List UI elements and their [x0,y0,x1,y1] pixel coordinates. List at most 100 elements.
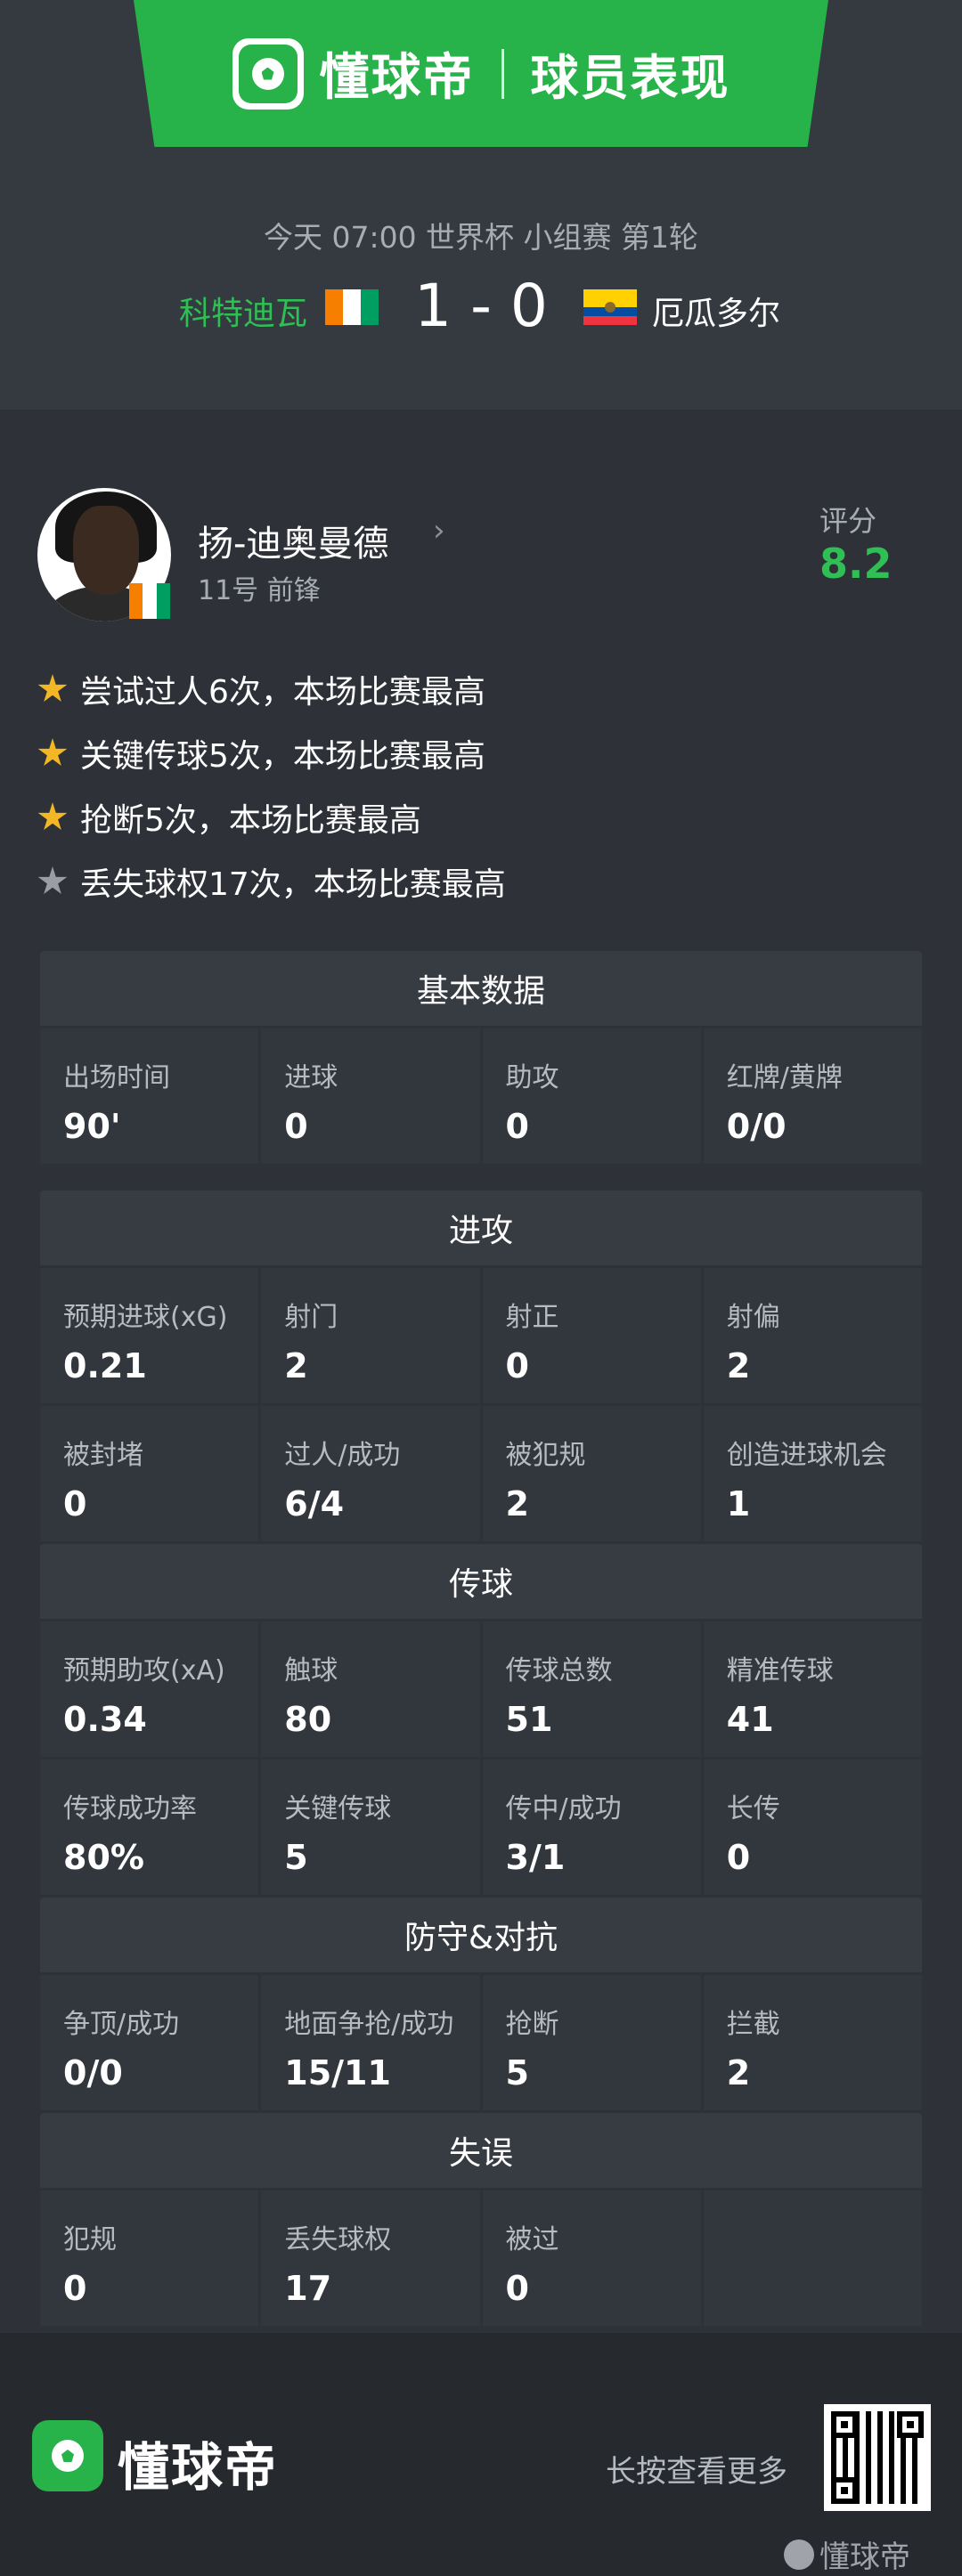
stat-cell: 丢失球权 17 [261,2190,480,2326]
stat-label: 预期助攻(xA) [63,1655,225,1686]
stat-label: 创造进球机会 [726,1440,887,1471]
stat-label: 射门 [284,1302,338,1333]
footer-logo-icon [32,2420,103,2491]
chevron-right-icon[interactable]: › [433,513,445,549]
stat-label: 传球成功率 [63,1793,197,1824]
brand-banner: 懂球帝 球员表现 [134,0,828,147]
player-number-position: 11号 前锋 [198,575,321,606]
ecuador-flag-icon [583,289,637,325]
stat-value: 2 [726,2053,751,2092]
stat-cell: 预期助攻(xA) 0.34 [40,1621,259,1757]
footer-brand: 懂球帝 [118,2437,279,2498]
stat-cell: 出场时间 90' [40,1028,259,1164]
stat-row: 犯规 0 丢失球权 17 被过 0 [40,2190,922,2326]
stat-value: 0 [726,1838,751,1877]
section-header-passing: 传球 [40,1544,922,1619]
stat-label: 射正 [505,1302,559,1333]
stat-value: 0 [505,1107,529,1146]
stat-value: 0 [505,1346,529,1386]
match-score: 1 - 0 [414,272,548,340]
stat-label: 预期进球(xG) [63,1302,228,1333]
stat-value: 0.21 [63,1346,147,1386]
stat-row: 争顶/成功 0/0 地面争抢/成功 15/11 抢断 5 拦截 2 [40,1975,922,2110]
stat-row: 传球成功率 80% 关键传球 5 传中/成功 3/1 长传 0 [40,1759,922,1895]
stat-value: 51 [505,1700,553,1739]
stat-value: 2 [726,1346,751,1386]
stat-value: 1 [726,1484,751,1524]
stat-label: 进球 [284,1062,338,1093]
gold-star-icon [37,738,68,766]
football-icon [251,57,284,90]
stat-cell: 红牌/黄牌 0/0 [703,1028,922,1164]
stat-label: 长传 [726,1793,780,1824]
stat-cell: 传球成功率 80% [40,1759,259,1895]
highlight-text: 抢断5次，本场比赛最高 [80,802,421,839]
stat-cell: 抢断 5 [482,1975,701,2110]
stat-cell: 长传 0 [703,1759,922,1895]
stat-label: 射偏 [726,1302,780,1333]
brand-name: 懂球帝 [319,49,475,107]
stat-value: 6/4 [284,1484,345,1524]
stat-cell: 关键传球 5 [261,1759,480,1895]
stat-value: 2 [505,1484,529,1524]
stat-value: 5 [284,1838,308,1877]
stat-cell: 过人/成功 6/4 [261,1406,480,1541]
section-header-basic: 基本数据 [40,951,922,1026]
football-icon [52,2440,84,2472]
stat-value: 0/0 [63,2053,123,2092]
highlight-text: 尝试过人6次，本场比赛最高 [80,674,485,711]
stat-label: 触球 [284,1655,338,1686]
stat-label: 被封堵 [63,1440,143,1471]
stat-label: 红牌/黄牌 [726,1062,843,1093]
away-team-name[interactable]: 厄瓜多尔 [652,288,780,334]
section-header-attack: 进攻 [40,1190,922,1265]
stat-cell: 助攻 0 [482,1028,701,1164]
stat-cell: 创造进球机会 1 [703,1406,922,1541]
stat-label: 丢失球权 [284,2224,392,2255]
long-press-hint: 长按查看更多 [606,2454,787,2490]
stat-value: 0 [63,2269,87,2308]
gold-star-icon [37,674,68,702]
stat-cell: 传球总数 51 [482,1621,701,1757]
stat-cell: 精准传球 41 [703,1621,922,1757]
stat-value: 3/1 [505,1838,566,1877]
stat-cell: 射偏 2 [703,1268,922,1403]
match-meta: 今天 07:00 世界杯 小组赛 第1轮 [263,220,699,255]
stat-label: 传中/成功 [505,1793,622,1824]
page-title: 球员表现 [530,50,730,106]
stat-label: 争顶/成功 [63,2009,180,2040]
stat-cell: 触球 80 [261,1621,480,1757]
highlight-text: 丢失球权17次，本场比赛最高 [80,866,506,903]
stat-row: 预期助攻(xA) 0.34 触球 80 传球总数 51 精准传球 41 [40,1621,922,1757]
highlight-item: 抢断5次，本场比赛最高 [37,785,506,849]
stat-value: 80 [284,1700,332,1739]
stat-label: 过人/成功 [284,1440,401,1471]
stat-value: 0 [505,2269,529,2308]
stat-label: 被过 [505,2224,559,2255]
highlight-item: 丢失球权17次，本场比赛最高 [37,849,506,914]
stat-row: 被封堵 0 过人/成功 6/4 被犯规 2 创造进球机会 1 [40,1406,922,1541]
stat-label: 被犯规 [505,1440,586,1471]
rating-label: 评分 [819,504,877,538]
stat-row: 出场时间 90' 进球 0 助攻 0 红牌/黄牌 0/0 [40,1028,922,1164]
home-team-name[interactable]: 科特迪瓦 [179,288,307,334]
stat-value: 5 [505,2053,529,2092]
section-header-errors: 失误 [40,2113,922,2188]
stats-panel: 基本数据 出场时间 90' 进球 0 助攻 0 红牌/黄牌 0/0 进攻 预期进球(xG… [40,951,922,2326]
grey-star-icon [37,866,68,894]
stat-label: 传球总数 [505,1655,613,1686]
stat-value: 2 [284,1346,308,1386]
score-row[interactable]: 科特迪瓦 1 - 0 厄瓜多尔 [0,272,962,343]
stat-cell: 被犯规 2 [482,1406,701,1541]
stat-value: 0/0 [726,1107,787,1146]
gold-star-icon [37,802,68,830]
highlight-text: 关键传球5次，本场比赛最高 [80,738,485,775]
highlight-item: 关键传球5次，本场比赛最高 [37,721,506,785]
stat-value: 0 [284,1107,308,1146]
rating-value: 8.2 [819,540,893,588]
match-header: 懂球帝 球员表现 今天 07:00 世界杯 小组赛 第1轮 科特迪瓦 1 - 0… [0,0,962,410]
stat-label: 拦截 [726,2009,780,2040]
qr-code[interactable] [824,2404,931,2511]
player-name[interactable]: 扬-迪奥曼德 [198,515,388,566]
section-header-defense: 防守&对抗 [40,1897,922,1972]
